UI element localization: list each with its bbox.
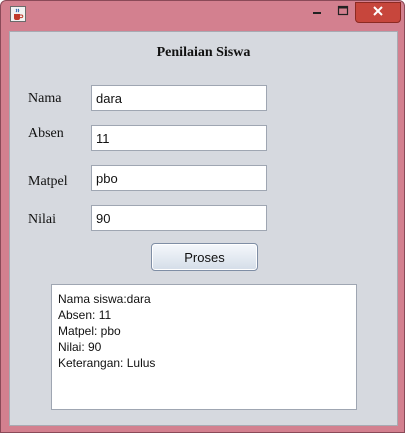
maximize-icon <box>337 4 349 22</box>
close-button[interactable] <box>355 2 401 23</box>
nilai-label: Nilai <box>28 212 56 227</box>
close-icon <box>372 4 384 22</box>
java-cup-icon[interactable] <box>10 6 26 22</box>
matpel-input[interactable] <box>91 165 267 191</box>
form-title: Penilaian Siswa <box>156 45 251 60</box>
form-panel: Penilaian Siswa Nama Absen Matpel Nilai … <box>9 31 398 426</box>
maximize-button[interactable] <box>330 2 356 23</box>
result-text-area[interactable]: Nama siswa:dara Absen: 11 Matpel: pbo Ni… <box>51 284 357 410</box>
nama-input[interactable] <box>91 85 267 111</box>
matpel-label: Matpel <box>28 174 68 189</box>
minimize-icon <box>311 4 323 22</box>
result-line-nama: Nama siswa:dara <box>58 292 151 306</box>
result-line-matpel: Matpel: pbo <box>58 324 121 338</box>
result-line-keterangan: Keterangan: Lulus <box>58 356 156 370</box>
title-bar[interactable] <box>1 1 404 29</box>
nilai-input[interactable] <box>91 205 267 231</box>
app-window: Penilaian Siswa Nama Absen Matpel Nilai … <box>0 0 405 433</box>
result-line-absen: Absen: 11 <box>58 308 112 322</box>
absen-label: Absen <box>28 126 64 141</box>
minimize-button[interactable] <box>304 2 330 23</box>
nama-label: Nama <box>28 91 62 106</box>
proses-button[interactable]: Proses <box>151 243 258 271</box>
absen-input[interactable] <box>91 125 267 151</box>
result-line-nilai: Nilai: 90 <box>58 340 102 354</box>
